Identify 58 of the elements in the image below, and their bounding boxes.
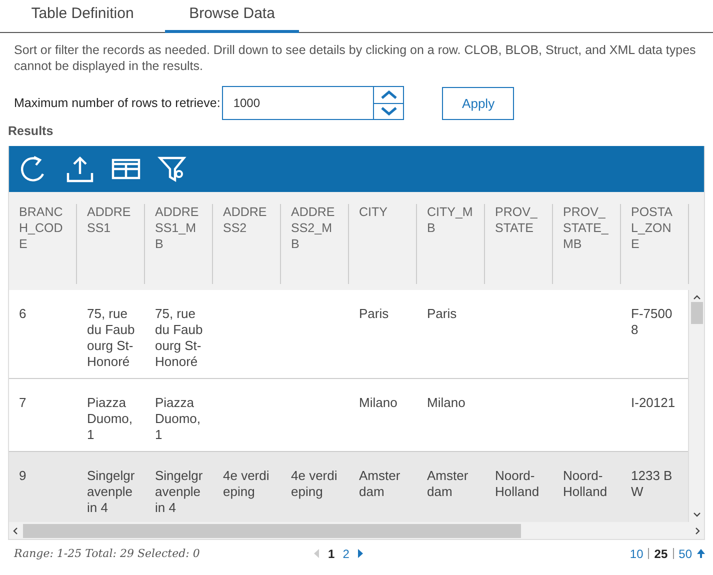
table-cell-text: 7 bbox=[18, 395, 28, 412]
range-summary: Range: 1-25 Total: 29 Selected: 0 bbox=[14, 547, 201, 560]
table-cell-text: 4e verdieping bbox=[222, 468, 270, 501]
page-size-link[interactable]: 10 bbox=[630, 546, 644, 560]
column-header[interactable]: ADDRESS2 bbox=[213, 204, 281, 284]
description-text: Sort or filter the records as needed. Drill down to see details by clicking on a row. CLOB, BLOB, Struct, and XML data types cannot be displayed in the results. bbox=[14, 42, 697, 74]
table-cell-text: Amsterdam bbox=[358, 468, 402, 501]
table-cell-text: Paris bbox=[426, 306, 458, 323]
column-header[interactable]: ADDRESS1 bbox=[77, 204, 145, 284]
scroll-thumb[interactable] bbox=[23, 524, 521, 538]
table-cell-text: Milano bbox=[426, 395, 466, 412]
scroll-up-icon[interactable] bbox=[692, 294, 700, 300]
table-cell-text: Singelgravenplein 4 bbox=[154, 468, 204, 516]
page-link[interactable]: 1 bbox=[328, 546, 335, 560]
column-header[interactable]: ADDRESS2_MB bbox=[281, 204, 349, 284]
column-header[interactable]: CITY_MB bbox=[417, 204, 485, 284]
chevron-down-icon bbox=[380, 106, 398, 116]
column-header[interactable]: POSTAL_ZONE bbox=[621, 204, 689, 284]
table-cell-text: 75, rue du Faubourg St-Honoré bbox=[154, 306, 204, 370]
table-cell-text: Noord-Holland bbox=[494, 468, 540, 501]
table-cell-text: 9 bbox=[18, 468, 28, 485]
column-header[interactable]: CITY bbox=[349, 204, 417, 284]
table-cell-text: F-75008 bbox=[630, 306, 674, 339]
column-header[interactable]: ADDRESS1_MB bbox=[145, 204, 213, 284]
max-rows-field[interactable]: 1000 bbox=[222, 86, 374, 120]
page-size-link[interactable]: 50 bbox=[678, 546, 692, 560]
decrement-button[interactable] bbox=[374, 102, 404, 119]
column-header[interactable]: PROV_STATE bbox=[485, 204, 553, 284]
table-cell-text: 4e verdieping bbox=[290, 468, 338, 501]
table-cell-text: 1233 BW bbox=[630, 468, 674, 501]
tab[interactable]: Browse Data bbox=[165, 0, 299, 33]
scroll-down-icon[interactable] bbox=[692, 512, 700, 518]
chevron-up-icon bbox=[380, 90, 398, 100]
table-cell-text: 6 bbox=[18, 306, 28, 323]
table-cell-text: Paris bbox=[358, 306, 390, 323]
max-rows-label: Maximum number of rows to retrieve: bbox=[14, 96, 220, 110]
table-cell-text: Piazza Duomo, 1 bbox=[154, 395, 202, 443]
table-cell-text: 75, rue du Faubourg St-Honoré bbox=[86, 306, 136, 370]
table-cell-text: Singelgravenplein 4 bbox=[86, 468, 136, 516]
results-heading: Results bbox=[8, 124, 54, 138]
table-cell-text: Amsterdam bbox=[426, 468, 470, 501]
table-cell-text: Noord-Holland bbox=[562, 468, 608, 501]
filter-icon[interactable] bbox=[157, 154, 187, 184]
next-page-icon[interactable] bbox=[357, 549, 364, 558]
table-cell-text: Piazza Duomo, 1 bbox=[86, 395, 134, 443]
apply-button[interactable]: Apply bbox=[442, 86, 514, 120]
export-icon[interactable] bbox=[65, 154, 95, 184]
tab[interactable]: Table Definition bbox=[0, 0, 165, 33]
table-cell-text: Milano bbox=[358, 395, 398, 412]
table-cell-text: I-20121 bbox=[630, 395, 676, 412]
page-size-link[interactable]: 25 bbox=[654, 546, 668, 560]
table-row[interactable]: 9 Singelgravenplein 4 Singelgravenplein 4 4e verdieping 4e verdieping Amsterdam Amsterdam Noord-Holland Noord-Holland 1233 BW bbox=[9, 452, 688, 522]
arrow-up-icon bbox=[697, 549, 705, 558]
page-link[interactable]: 2 bbox=[342, 546, 350, 560]
scroll-thumb[interactable] bbox=[690, 302, 702, 324]
column-header[interactable]: PROV_STATE_MB bbox=[553, 204, 621, 284]
column-header[interactable]: BRANCH_CODE bbox=[9, 204, 77, 284]
horizontal-scrollbar[interactable] bbox=[9, 522, 704, 539]
